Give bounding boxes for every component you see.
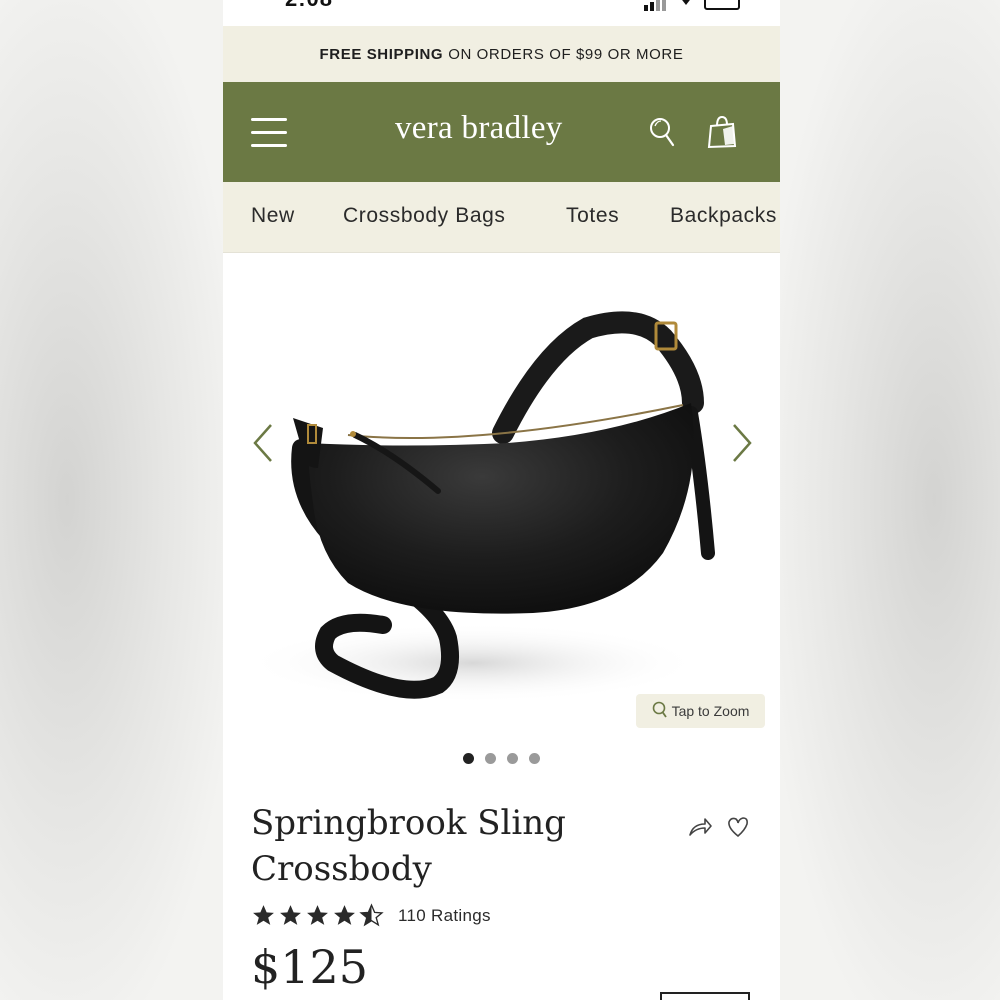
star-icon	[334, 905, 355, 925]
nav-item-totes[interactable]: Totes	[566, 204, 619, 228]
tap-to-zoom-button[interactable]: Tap to Zoom	[636, 694, 765, 728]
status-time: 2:08	[285, 0, 333, 12]
heart-icon[interactable]	[725, 815, 751, 839]
background-right	[780, 0, 1000, 1000]
star-icon	[280, 905, 301, 925]
star-icon	[307, 905, 328, 925]
product-title-line2: Crossbody	[251, 849, 432, 889]
promo-bold: FREE SHIPPING	[319, 45, 444, 63]
battery-icon	[704, 0, 740, 10]
nav-item-crossbody-bags[interactable]: Crossbody Bags	[343, 204, 505, 228]
product-photo	[243, 311, 715, 703]
nav-item-backpacks[interactable]: Backpacks	[670, 204, 777, 228]
star-rating	[251, 903, 384, 928]
rating-count[interactable]: 110 Ratings	[398, 906, 491, 926]
promo-text: ON ORDERS OF $99 OR MORE	[448, 45, 684, 63]
nav-item-new[interactable]: New	[251, 204, 295, 228]
product-title-line1: Springbrook Sling	[251, 803, 566, 843]
shopping-bag-icon[interactable]	[707, 114, 737, 150]
status-icons	[644, 0, 740, 11]
half-star-icon	[359, 903, 384, 927]
rating-row[interactable]: 110 Ratings	[251, 903, 491, 928]
wifi-icon	[678, 0, 694, 11]
star-icon	[253, 905, 274, 925]
chevron-left-icon[interactable]	[249, 421, 277, 465]
share-icon[interactable]	[687, 815, 713, 839]
menu-icon[interactable]	[251, 118, 287, 148]
product-price: $125	[251, 940, 369, 994]
gallery-dot[interactable]	[507, 753, 518, 764]
zoom-icon	[652, 701, 668, 722]
zoom-label: Tap to Zoom	[671, 703, 750, 719]
product-gallery[interactable]: Tap to Zoom	[223, 253, 780, 733]
background-left	[0, 0, 223, 1000]
search-icon[interactable]	[648, 115, 676, 151]
brand-logo[interactable]: vera bradley	[395, 110, 563, 147]
signal-icon	[644, 0, 668, 11]
gallery-dot[interactable]	[463, 753, 474, 764]
site-header: vera bradley	[223, 82, 780, 182]
phone-screen: 2:08 FREE SHIPPING ON ORDERS OF $99 OR M…	[223, 0, 780, 1000]
chevron-right-icon[interactable]	[728, 421, 756, 465]
product-title: Springbrook Sling Crossbody	[251, 800, 611, 892]
gallery-dot[interactable]	[485, 753, 496, 764]
partial-button[interactable]	[660, 992, 750, 1000]
status-bar: 2:08	[223, 0, 780, 26]
gallery-pagination	[223, 753, 780, 764]
promo-banner[interactable]: FREE SHIPPING ON ORDERS OF $99 OR MORE	[223, 26, 780, 82]
category-nav: New Crossbody Bags Totes Backpacks	[223, 182, 780, 253]
gallery-dot[interactable]	[529, 753, 540, 764]
